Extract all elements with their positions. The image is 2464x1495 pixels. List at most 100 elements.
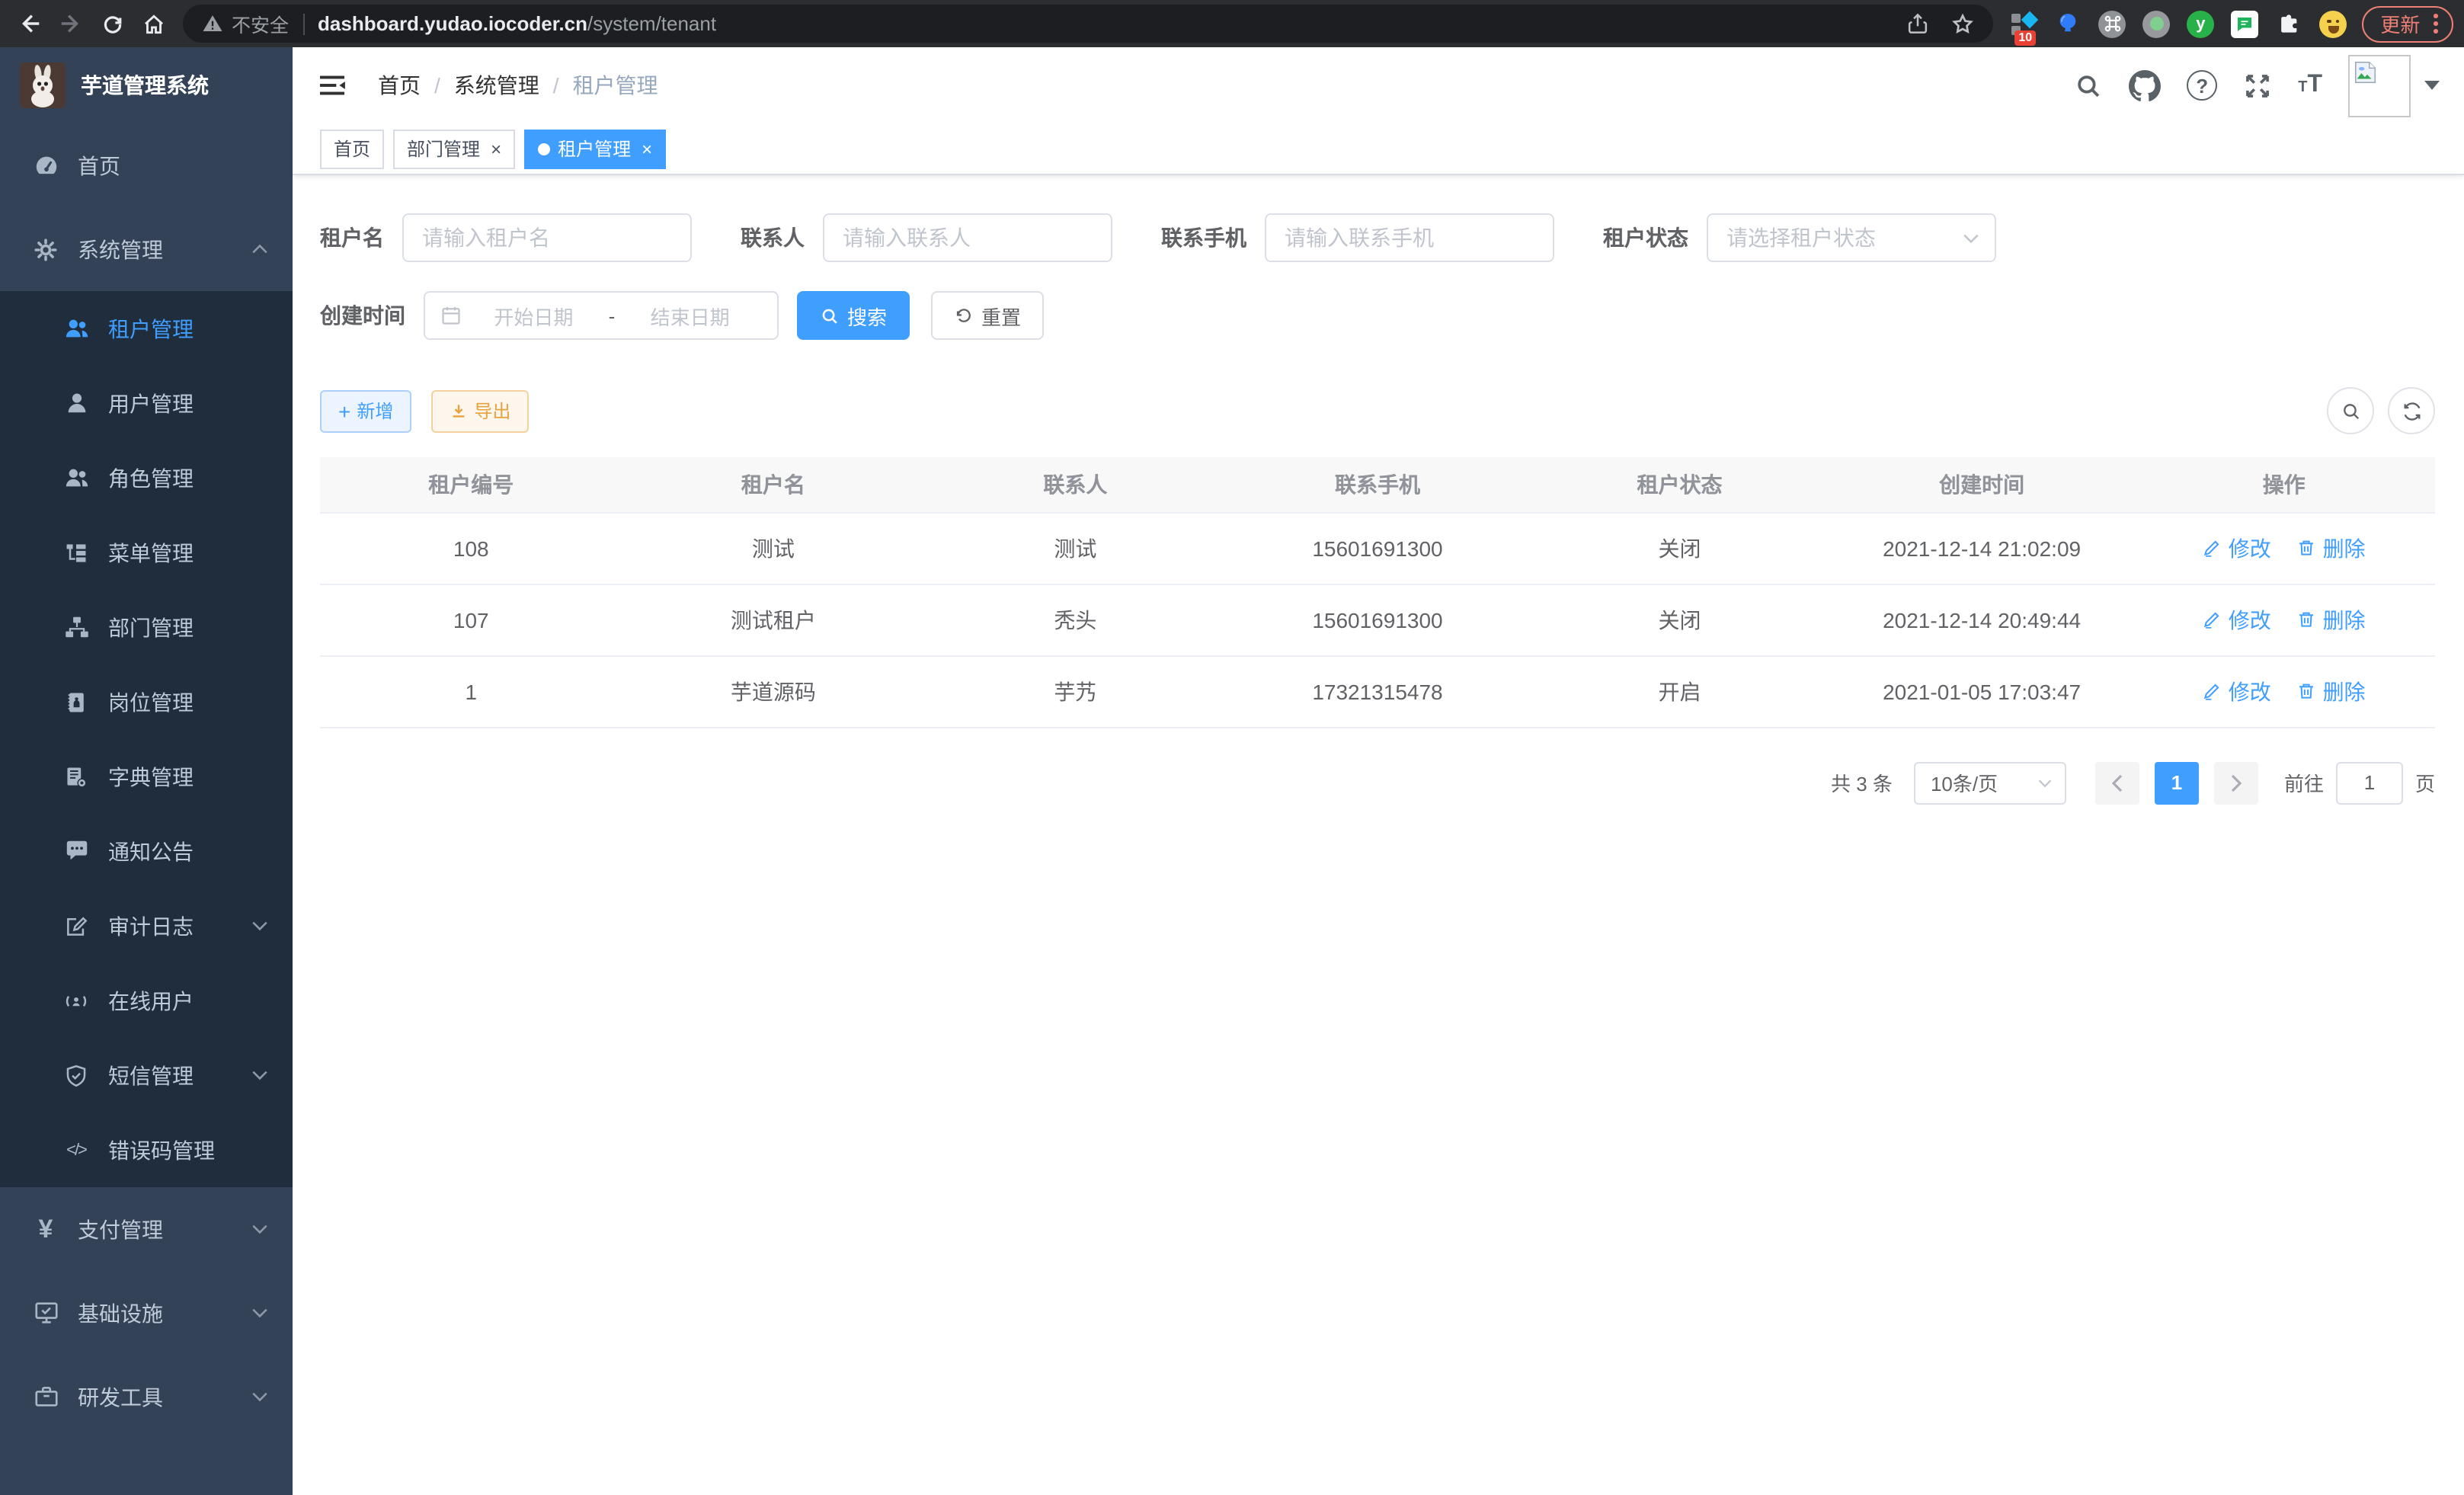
close-icon[interactable]: × [491,139,501,158]
sidebar-item-dept[interactable]: 部门管理 [0,590,293,664]
extension-y-icon[interactable]: y [2187,10,2214,37]
extension-tabs-icon[interactable]: 10 [2010,10,2037,37]
sidebar-item-infra[interactable]: 基础设施 [0,1271,293,1355]
sidebar-item-online-users[interactable]: 在线用户 [0,963,293,1038]
edit-button[interactable]: 修改 [2203,533,2271,563]
create-time-label: 创建时间 [320,300,405,331]
page-size-select[interactable]: 10条/页 [1914,761,2066,804]
caret-down-icon [2424,81,2440,90]
sidebar-item-notice[interactable]: 通知公告 [0,814,293,888]
next-page-button[interactable] [2214,761,2258,804]
fullscreen-icon[interactable] [2243,71,2272,100]
sidebar-item-tenant[interactable]: 租户管理 [0,291,293,366]
users-icon [61,315,91,341]
update-label: 更新 [2380,9,2420,38]
sidebar-item-system[interactable]: 系统管理 [0,207,293,291]
extension-balloon-icon[interactable] [2054,10,2082,37]
sidebar-item-pay[interactable]: ¥ 支付管理 [0,1187,293,1271]
extension-command-icon[interactable] [2098,10,2126,37]
omnibox-divider [302,13,304,34]
sidebar-collapse-icon[interactable] [312,67,352,104]
mobile-label: 联系手机 [1161,222,1246,253]
bookmark-star-icon[interactable] [1950,11,1975,36]
col-mobile: 联系手机 [1227,457,1529,512]
tab-tenant[interactable]: 租户管理 × [524,129,666,168]
create-time-range-picker[interactable]: 开始日期 - 结束日期 [424,291,779,340]
sidebar-item-sms[interactable]: 短信管理 [0,1038,293,1112]
sidebar-item-dev-tools[interactable]: 研发工具 [0,1355,293,1439]
update-button[interactable]: 更新 [2362,5,2453,42]
sidebar-item-home[interactable]: 首页 [0,123,293,207]
back-icon[interactable] [11,5,49,43]
tags-view: 首页 部门管理 × 租户管理 × [293,123,2464,175]
add-button[interactable]: + 新增 [320,389,411,432]
status-select[interactable]: 请选择租户状态 [1707,213,1996,262]
goto-label: 前往 [2284,768,2324,797]
contact-input[interactable] [823,213,1112,262]
pagination: 共 3 条 10条/页 1 前往 [320,761,2435,804]
delete-button[interactable]: 删除 [2297,604,2366,635]
refresh-table-button[interactable] [2388,387,2435,434]
table-header-row: 租户编号 租户名 联系人 联系手机 租户状态 创建时间 操作 [320,457,2435,512]
mobile-input[interactable] [1265,213,1554,262]
github-icon[interactable] [2129,69,2161,101]
profile-avatar-icon[interactable] [2319,10,2347,37]
address-bar[interactable]: 不安全 dashboard.yudao.iocoder.cn/system/te… [183,5,1993,43]
browser-menu-icon[interactable] [2434,14,2438,34]
table-row: 1 芋道源码 芋艿 17321315478 开启 2021-01-05 17:0… [320,655,2435,727]
code-icon: </> [61,1141,91,1159]
forward-icon[interactable] [52,5,90,43]
header-search-icon[interactable] [2074,71,2103,100]
sidebar-item-user[interactable]: 用户管理 [0,366,293,440]
edit-button[interactable]: 修改 [2203,676,2271,706]
sidebar-item-audit-log[interactable]: 审计日志 [0,888,293,963]
breadcrumb-separator: / [553,73,559,98]
sidebar-item-menu[interactable]: 菜单管理 [0,515,293,590]
edit-button[interactable]: 修改 [2203,604,2271,635]
font-size-icon[interactable]: TT [2298,72,2322,99]
delete-button[interactable]: 删除 [2297,533,2366,563]
sidebar-item-dict[interactable]: 字典管理 [0,739,293,814]
tab-home[interactable]: 首页 [320,129,384,168]
export-button[interactable]: 导出 [431,389,529,432]
extensions-puzzle-icon[interactable] [2275,10,2302,37]
home-icon[interactable] [134,5,172,43]
col-created: 创建时间 [1831,457,2133,512]
user-menu[interactable] [2348,54,2440,117]
search-button[interactable]: 搜索 [797,291,910,340]
badge-icon [61,690,91,714]
tenant-name-input[interactable] [402,213,692,262]
page-1-button[interactable]: 1 [2155,761,2199,804]
security-label: 不安全 [232,9,289,38]
sidebar-item-error-code[interactable]: </> 错误码管理 [0,1112,293,1187]
toolbox-icon [30,1384,61,1410]
breadcrumb-home[interactable]: 首页 [378,70,421,101]
breadcrumb-system[interactable]: 系统管理 [454,70,539,101]
help-icon[interactable]: ? [2187,70,2217,101]
sidebar-item-role[interactable]: 角色管理 [0,440,293,515]
yen-icon: ¥ [30,1214,61,1244]
extension-record-icon[interactable] [2142,10,2170,37]
dict-icon [61,764,91,789]
reload-icon[interactable] [93,5,131,43]
sidebar-item-post[interactable]: 岗位管理 [0,664,293,739]
prev-page-button[interactable] [2095,761,2139,804]
sitemap-icon [61,614,91,640]
shield-icon [61,1063,91,1087]
reset-button[interactable]: 重置 [931,291,1044,340]
toggle-search-button[interactable] [2327,387,2374,434]
security-warning-icon[interactable] [201,12,224,35]
tree-icon [61,540,91,565]
tab-dept[interactable]: 部门管理 × [393,129,515,168]
share-icon[interactable] [1906,12,1929,35]
logo-row[interactable]: 芋道管理系统 [0,47,293,123]
navbar: 首页 / 系统管理 / 租户管理 ? [293,47,2464,123]
avatar [2348,54,2411,117]
active-tab-dot [538,142,550,155]
user-icon [61,390,91,416]
extension-chat-icon[interactable] [2231,10,2258,37]
goto-page-input[interactable] [2336,761,2403,804]
close-icon[interactable]: × [642,139,652,158]
extension-badge: 10 [2014,30,2036,45]
delete-button[interactable]: 删除 [2297,676,2366,706]
